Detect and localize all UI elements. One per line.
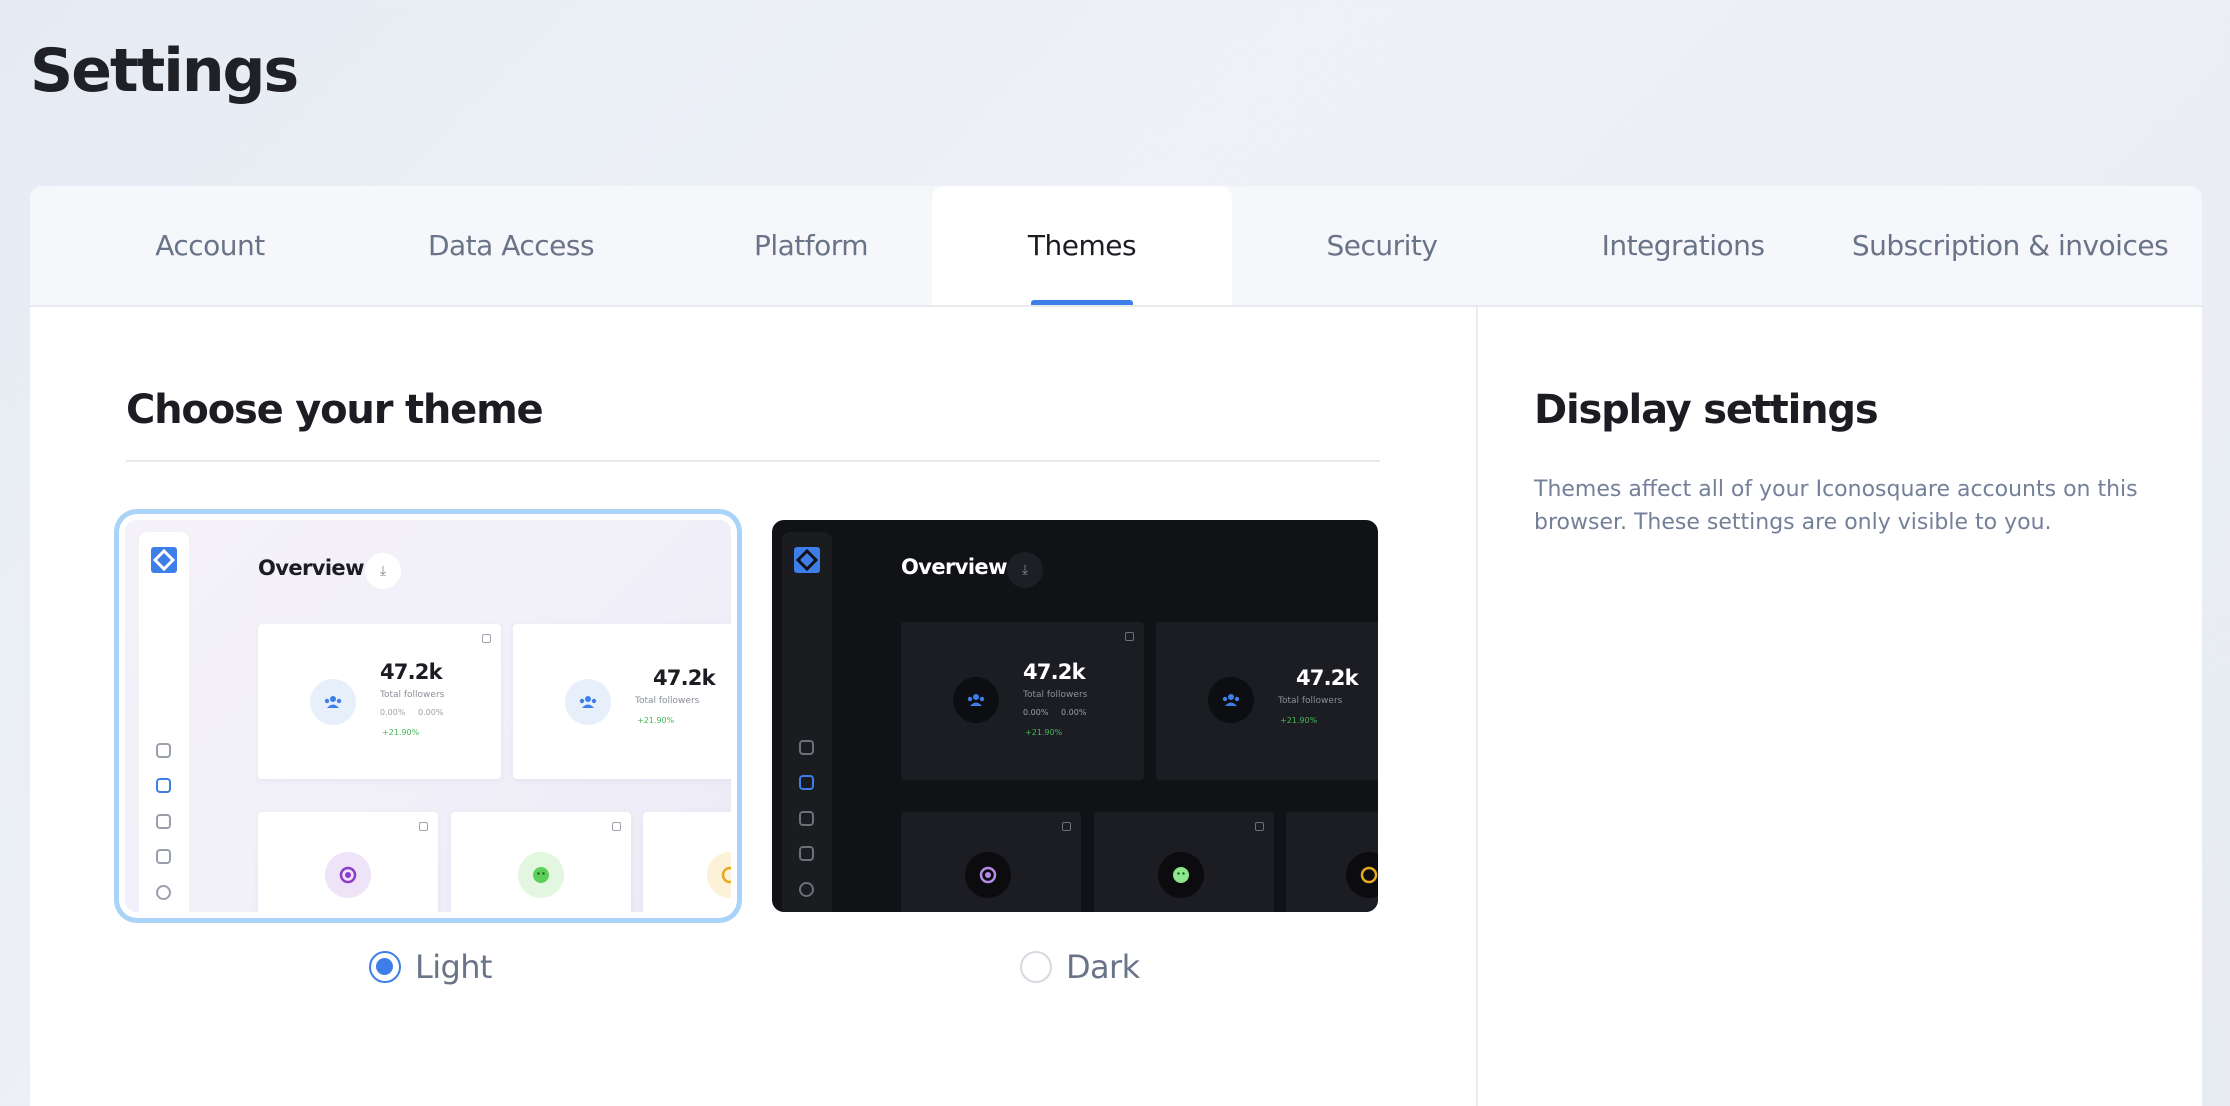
widget-card — [1286, 812, 1378, 912]
stat-growth: +21.90% — [382, 728, 420, 737]
widget-card — [451, 812, 631, 912]
stat-value: 47.2k — [1023, 660, 1086, 684]
gallery-icon — [799, 811, 814, 826]
green-badge-icon — [518, 852, 564, 898]
display-settings-column: Display settings Themes affect all of yo… — [1476, 307, 2202, 1106]
grid-icon — [156, 743, 171, 758]
tab-label: Integrations — [1601, 229, 1765, 262]
yellow-badge-icon — [1346, 852, 1378, 898]
tab-platform[interactable]: Platform — [661, 186, 961, 305]
logo-icon — [794, 547, 820, 573]
stat-mini-b: 0.00% — [1061, 708, 1087, 717]
light-radio-button[interactable] — [369, 951, 401, 983]
preview-sidebar — [139, 532, 189, 912]
active-tab-indicator — [1031, 300, 1133, 305]
widget-card — [643, 812, 731, 912]
widget-card — [258, 812, 438, 912]
section-title: Choose your theme — [126, 387, 544, 433]
menu-icon — [612, 822, 621, 831]
chart-icon — [156, 778, 171, 793]
display-settings-title: Display settings — [1534, 387, 1879, 433]
users-icon — [310, 679, 356, 725]
stat-label: Total followers — [1278, 696, 1343, 706]
stat-growth: +21.90% — [1025, 728, 1063, 737]
menu-icon — [1125, 632, 1134, 641]
settings-panel: Account Data Access Platform Themes Secu… — [30, 186, 2202, 1106]
preview-title: Overview — [258, 556, 364, 580]
download-icon: ⤓ — [1007, 552, 1043, 588]
chat-icon — [156, 885, 171, 900]
tab-subscription-invoices[interactable]: Subscription & invoices — [1830, 186, 2190, 305]
grid-icon — [799, 740, 814, 755]
light-theme-preview[interactable]: Overview ⤓ 47.2k Total followers 0.00% 0… — [125, 520, 731, 912]
tab-label: Subscription & invoices — [1851, 229, 2169, 262]
tab-account[interactable]: Account — [60, 186, 360, 305]
purple-badge-icon — [325, 852, 371, 898]
preview-title: Overview — [901, 555, 1007, 579]
tab-label: Account — [155, 229, 265, 262]
stat-mini-a: 0.00% — [380, 708, 406, 717]
users-icon — [565, 679, 611, 725]
menu-icon — [482, 634, 491, 643]
stat-value: 47.2k — [380, 660, 443, 684]
tab-themes[interactable]: Themes — [932, 186, 1232, 305]
stat-card: 47.2k Total followers 0.00% 0.00% +21.90… — [258, 624, 501, 779]
purple-badge-icon — [965, 852, 1011, 898]
tab-integrations[interactable]: Integrations — [1533, 186, 1833, 305]
tab-label: Platform — [753, 229, 869, 262]
green-badge-icon — [1158, 852, 1204, 898]
tab-label: Security — [1326, 229, 1438, 262]
preview-sidebar — [782, 532, 832, 912]
download-icon: ⤓ — [365, 553, 401, 589]
users-icon — [953, 677, 999, 723]
menu-icon — [1062, 822, 1071, 831]
logo-icon — [151, 547, 177, 573]
stat-card: 47.2k Total followers +21.90% — [513, 624, 731, 779]
stat-card: 47.2k Total followers +21.90% — [1156, 622, 1378, 780]
dark-theme-preview[interactable]: Overview ⤓ 47.2k Total followers 0.00% 0… — [772, 520, 1378, 912]
gallery-icon — [156, 814, 171, 829]
stat-growth: +21.90% — [637, 716, 675, 725]
note-icon — [799, 846, 814, 861]
tab-bar: Account Data Access Platform Themes Secu… — [30, 186, 2202, 307]
light-theme-option[interactable]: Light — [369, 948, 492, 986]
stat-card: 47.2k Total followers 0.00% 0.00% +21.90… — [901, 622, 1144, 780]
section-divider — [126, 460, 1380, 462]
stat-label: Total followers — [380, 690, 445, 700]
tab-label: Data Access — [427, 229, 595, 262]
menu-icon — [419, 822, 428, 831]
dark-theme-option[interactable]: Dark — [1020, 948, 1140, 986]
stat-growth: +21.90% — [1280, 716, 1318, 725]
stat-value: 47.2k — [1296, 666, 1359, 690]
users-icon — [1208, 677, 1254, 723]
display-settings-description: Themes affect all of your Iconosquare ac… — [1534, 477, 2138, 535]
note-icon — [156, 849, 171, 864]
widget-card — [901, 812, 1081, 912]
stat-mini-a: 0.00% — [1023, 708, 1049, 717]
page-title: Settings — [30, 36, 299, 106]
chart-icon — [799, 775, 814, 790]
tab-security[interactable]: Security — [1232, 186, 1532, 305]
stat-mini-b: 0.00% — [418, 708, 444, 717]
tab-data-access[interactable]: Data Access — [361, 186, 661, 305]
dark-radio-label: Dark — [1066, 948, 1140, 986]
themes-column: Choose your theme Overview ⤓ 47.2k Total… — [30, 307, 1476, 1106]
light-radio-label: Light — [415, 948, 492, 986]
widget-card — [1094, 812, 1274, 912]
dark-radio-button[interactable] — [1020, 951, 1052, 983]
tab-label: Themes — [1027, 229, 1137, 262]
stat-value: 47.2k — [653, 666, 716, 690]
yellow-badge-icon — [707, 852, 731, 898]
stat-label: Total followers — [635, 696, 700, 706]
menu-icon — [1255, 822, 1264, 831]
chat-icon — [799, 882, 814, 897]
stat-label: Total followers — [1023, 690, 1088, 700]
